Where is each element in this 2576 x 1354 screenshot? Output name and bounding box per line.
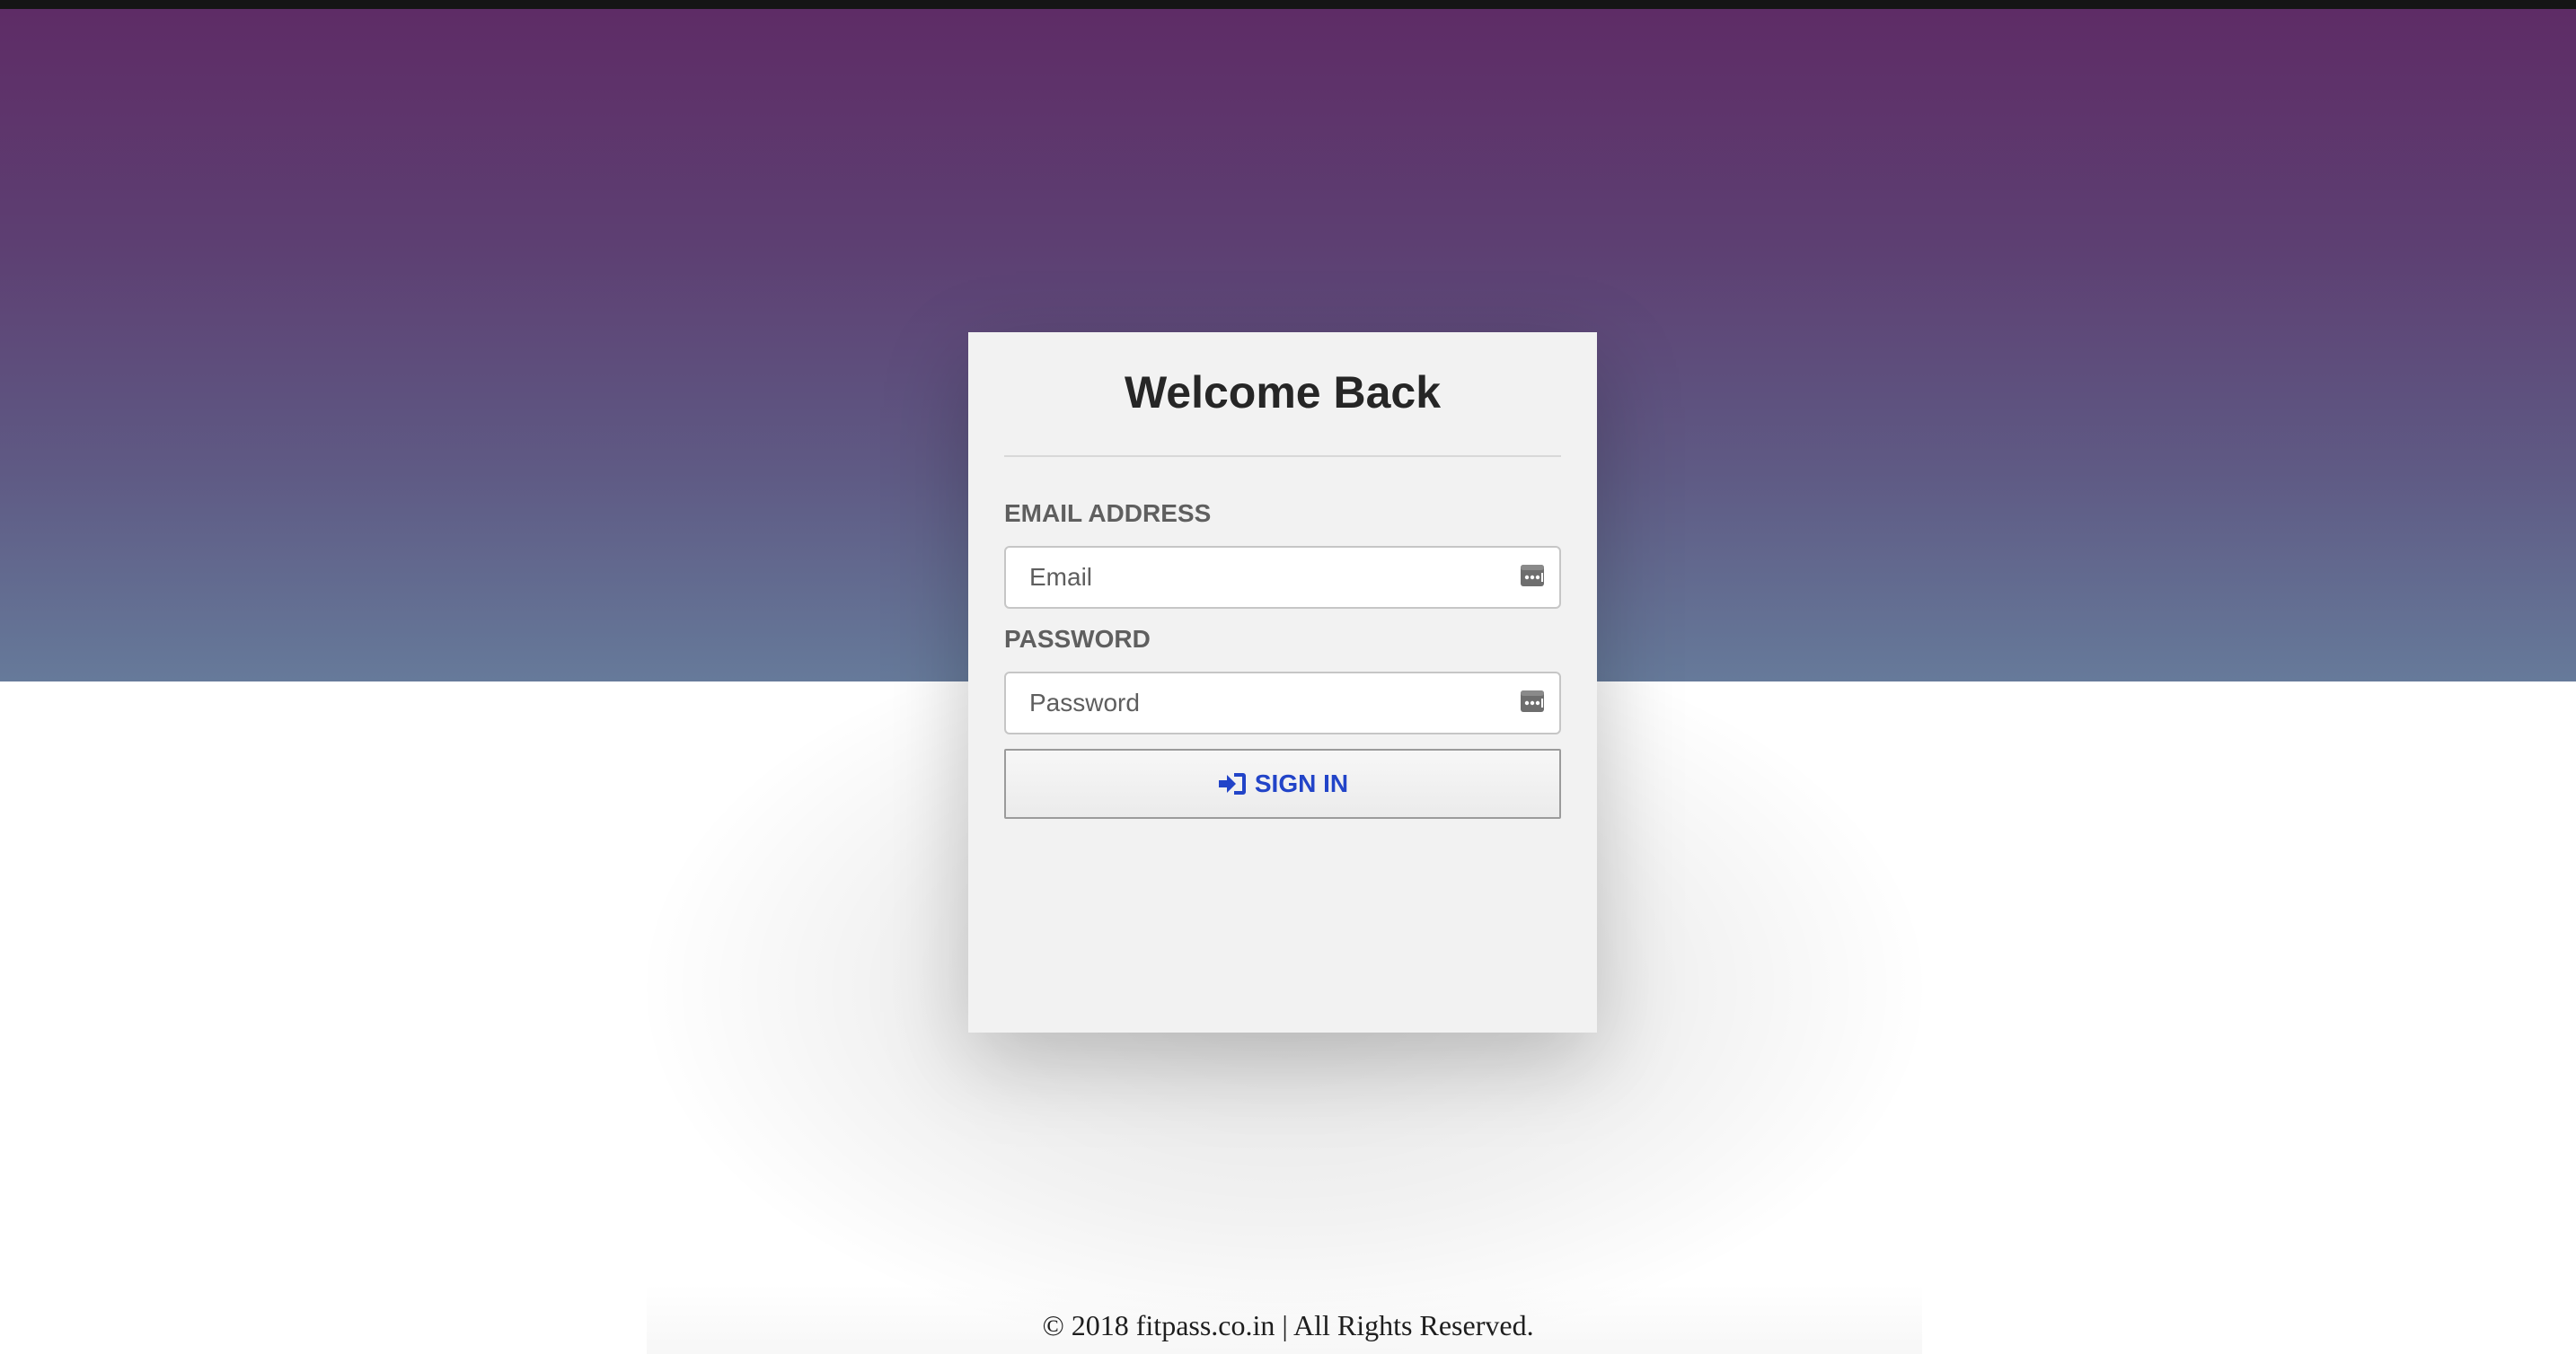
sign-in-button[interactable]: SIGN IN <box>1004 749 1561 819</box>
password-input[interactable] <box>1006 673 1532 733</box>
sign-in-label: SIGN IN <box>1254 769 1349 797</box>
sign-in-content: SIGN IN <box>1217 769 1348 798</box>
email-label: EMAIL ADDRESS <box>1004 499 1212 527</box>
copyright-footer: © 2018 fitpass.co.in | All Rights Reserv… <box>1042 1309 1534 1341</box>
email-input[interactable] <box>1006 548 1532 607</box>
top-edge-bar <box>0 0 2576 9</box>
password-manager-key-icon[interactable] <box>1520 564 1545 587</box>
login-page: Welcome Back EMAIL ADDRESS PASSWORD <box>0 0 2576 1354</box>
email-field-container <box>1004 546 1561 609</box>
login-card: Welcome Back EMAIL ADDRESS PASSWORD <box>968 332 1597 1033</box>
password-field-container <box>1004 672 1561 734</box>
sign-in-icon <box>1218 773 1246 795</box>
password-label: PASSWORD <box>1004 625 1151 653</box>
password-manager-key-icon[interactable] <box>1520 690 1545 713</box>
title-divider <box>1004 455 1561 457</box>
login-title: Welcome Back <box>1124 367 1442 418</box>
